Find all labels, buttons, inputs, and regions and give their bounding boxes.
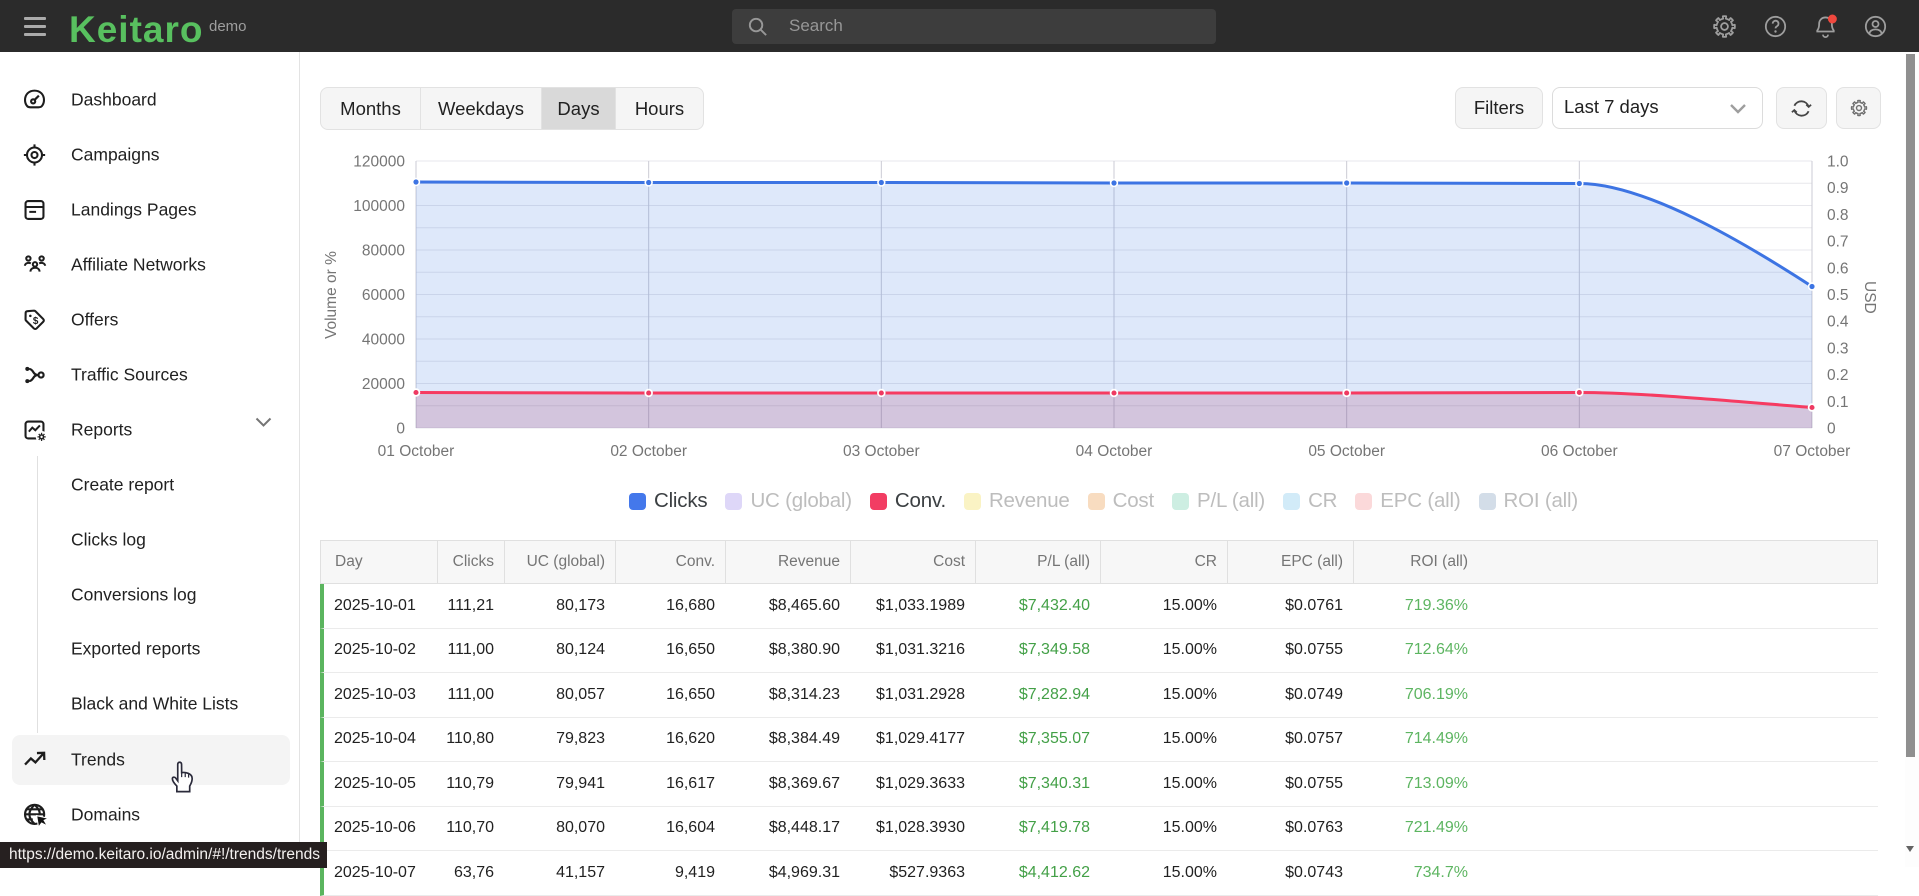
svg-text:40000: 40000 [362, 332, 405, 349]
svg-text:0.7: 0.7 [1827, 234, 1849, 251]
svg-text:0: 0 [396, 421, 405, 438]
svg-text:100000: 100000 [353, 198, 405, 215]
svg-text:0.5: 0.5 [1827, 287, 1849, 304]
svg-text:Volume or %: Volume or % [323, 251, 340, 339]
svg-text:120000: 120000 [353, 154, 405, 171]
svg-text:05 October: 05 October [1308, 443, 1385, 460]
svg-text:$: $ [33, 316, 39, 327]
svg-text:1.0: 1.0 [1827, 154, 1849, 171]
svg-text:0: 0 [1827, 421, 1836, 438]
svg-text:04 October: 04 October [1076, 443, 1153, 460]
svg-text:0.8: 0.8 [1827, 207, 1849, 224]
svg-text:60000: 60000 [362, 287, 405, 304]
svg-text:0.3: 0.3 [1827, 340, 1849, 357]
svg-text:02 October: 02 October [610, 443, 687, 460]
svg-text:06 October: 06 October [1541, 443, 1618, 460]
svg-text:0.9: 0.9 [1827, 180, 1849, 197]
svg-text:0.1: 0.1 [1827, 394, 1849, 411]
svg-text:80000: 80000 [362, 243, 405, 260]
svg-text:20000: 20000 [362, 376, 405, 393]
svg-text:0.2: 0.2 [1827, 367, 1849, 384]
svg-text:07 October: 07 October [1774, 443, 1851, 460]
svg-text:0.4: 0.4 [1827, 314, 1849, 331]
svg-text:01 October: 01 October [378, 443, 455, 460]
svg-text:USD: USD [1861, 281, 1878, 314]
svg-text:03 October: 03 October [843, 443, 920, 460]
svg-text:0.6: 0.6 [1827, 260, 1849, 277]
